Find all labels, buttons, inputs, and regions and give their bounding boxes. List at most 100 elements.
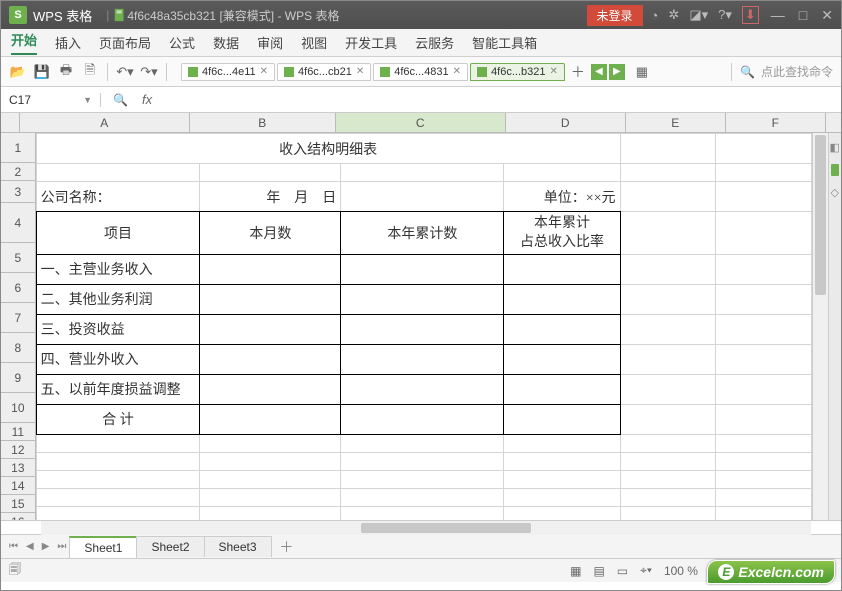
sheet-nav-next[interactable]: ▶	[38, 541, 54, 552]
cell-D13[interactable]	[504, 470, 620, 488]
skin-icon[interactable]: ◪▾	[689, 7, 708, 23]
cell-A14[interactable]	[36, 488, 200, 506]
undo-icon[interactable]: ↶▾	[116, 63, 134, 81]
view-break-icon[interactable]: ▭	[617, 564, 628, 578]
side-tool-1[interactable]: ◧	[830, 141, 840, 154]
cell-B8[interactable]	[200, 344, 341, 374]
doc-tab-3[interactable]: 4f6c...b321✕	[470, 63, 565, 81]
cell-C15[interactable]	[341, 506, 504, 520]
chevron-down-icon[interactable]: ▼	[83, 95, 92, 105]
cell-B14[interactable]	[200, 488, 341, 506]
row-header-14[interactable]: 14	[1, 477, 36, 495]
doc-tab-1[interactable]: 4f6c...cb21✕	[277, 63, 371, 81]
maximize-button[interactable]: □	[799, 7, 807, 24]
scrollbar-thumb[interactable]	[815, 135, 825, 295]
close-button[interactable]: ✕	[821, 7, 833, 24]
row-header-12[interactable]: 12	[1, 441, 36, 459]
row-header-16[interactable]: 16	[1, 513, 36, 520]
side-tool-active[interactable]	[831, 164, 839, 176]
horizontal-scrollbar[interactable]	[41, 521, 811, 535]
cell-E6[interactable]	[620, 284, 716, 314]
help-icon[interactable]: ?▾	[718, 7, 732, 23]
cell-C3[interactable]	[341, 182, 504, 212]
cell-A15[interactable]	[36, 506, 200, 520]
cell-F3[interactable]	[716, 182, 812, 212]
update-icon[interactable]: ⬇	[742, 6, 759, 24]
save-icon[interactable]: 💾	[33, 63, 51, 81]
add-sheet-button[interactable]: ＋	[272, 537, 302, 557]
sheet-tab-2[interactable]: Sheet3	[204, 536, 272, 557]
side-tool-2[interactable]: ◇	[831, 186, 839, 199]
cell-item-0[interactable]: 一、主营业务收入	[36, 254, 200, 284]
row-header-7[interactable]: 7	[1, 303, 36, 333]
cell-E8[interactable]	[620, 344, 716, 374]
cell-E7[interactable]	[620, 314, 716, 344]
cell-F2[interactable]	[716, 164, 812, 182]
cell-B5[interactable]	[200, 254, 341, 284]
cell-hdr-ytd[interactable]: 本年累计数	[341, 212, 504, 255]
cell-E15[interactable]	[620, 506, 716, 520]
col-header-A[interactable]: A	[20, 113, 190, 132]
cell-D12[interactable]	[504, 452, 620, 470]
col-header-F[interactable]: F	[726, 113, 826, 132]
cell-D9[interactable]	[504, 374, 620, 404]
search-icon[interactable]: 🔍	[740, 65, 755, 79]
cell-C2[interactable]	[341, 164, 504, 182]
cell-C11[interactable]	[341, 434, 504, 452]
cell-C8[interactable]	[341, 344, 504, 374]
cell-B9[interactable]	[200, 374, 341, 404]
col-header-B[interactable]: B	[190, 113, 336, 132]
cell-D10[interactable]	[504, 404, 620, 434]
cell-F8[interactable]	[716, 344, 812, 374]
cell-B2[interactable]	[200, 164, 341, 182]
cell-F7[interactable]	[716, 314, 812, 344]
menu-start[interactable]: 开始	[11, 30, 37, 55]
cell-item-4[interactable]: 五、以前年度损益调整	[36, 374, 200, 404]
menu-view[interactable]: 视图	[301, 33, 327, 52]
scrollbar-thumb[interactable]	[361, 523, 531, 533]
cell-F11[interactable]	[716, 434, 812, 452]
cell-C14[interactable]	[341, 488, 504, 506]
tab-list-icon[interactable]: ▦	[633, 63, 651, 81]
cell-date-label[interactable]: 年 月 日	[200, 182, 341, 212]
cell-E12[interactable]	[620, 452, 716, 470]
cell-item-2[interactable]: 三、投资收益	[36, 314, 200, 344]
reading-mode-icon[interactable]: ⌖▾	[640, 563, 652, 578]
sheet-tab-0[interactable]: Sheet1	[69, 536, 137, 558]
cell-hdr-month[interactable]: 本月数	[200, 212, 341, 255]
cell-B7[interactable]	[200, 314, 341, 344]
cell-hdr-item[interactable]: 项目	[36, 212, 200, 255]
row-header-4[interactable]: 4	[1, 203, 36, 243]
view-page-icon[interactable]: ▤	[593, 564, 604, 578]
minimize-button[interactable]: ―	[771, 7, 785, 24]
cell-D6[interactable]	[504, 284, 620, 314]
cell-F12[interactable]	[716, 452, 812, 470]
name-box[interactable]: C17 ▼	[1, 93, 101, 107]
cell-D11[interactable]	[504, 434, 620, 452]
row-header-1[interactable]: 1	[1, 133, 36, 163]
cell-F4[interactable]	[716, 212, 812, 255]
cell-F1[interactable]	[716, 134, 812, 164]
cell-F13[interactable]	[716, 470, 812, 488]
cell-E3[interactable]	[620, 182, 716, 212]
row-header-6[interactable]: 6	[1, 273, 36, 303]
cell-C5[interactable]	[341, 254, 504, 284]
status-doc-icon[interactable]: 🗐	[9, 560, 21, 581]
doc-tab-2[interactable]: 4f6c...4831✕	[373, 63, 468, 81]
close-icon[interactable]: ✕	[550, 66, 558, 77]
cell-A12[interactable]	[36, 452, 200, 470]
sheet-tab-1[interactable]: Sheet2	[136, 536, 204, 557]
row-header-5[interactable]: 5	[1, 243, 36, 273]
cell-F5[interactable]	[716, 254, 812, 284]
cell-company-label[interactable]: 公司名称：	[36, 182, 200, 212]
cell-title[interactable]: 收入结构明细表	[36, 134, 620, 164]
close-icon[interactable]: ✕	[260, 66, 268, 77]
cell-E14[interactable]	[620, 488, 716, 506]
cell-E4[interactable]	[620, 212, 716, 255]
cell-A11[interactable]	[36, 434, 200, 452]
cell-D5[interactable]	[504, 254, 620, 284]
cell-E10[interactable]	[620, 404, 716, 434]
cell-A2[interactable]	[36, 164, 200, 182]
cell-F10[interactable]	[716, 404, 812, 434]
cell-F14[interactable]	[716, 488, 812, 506]
